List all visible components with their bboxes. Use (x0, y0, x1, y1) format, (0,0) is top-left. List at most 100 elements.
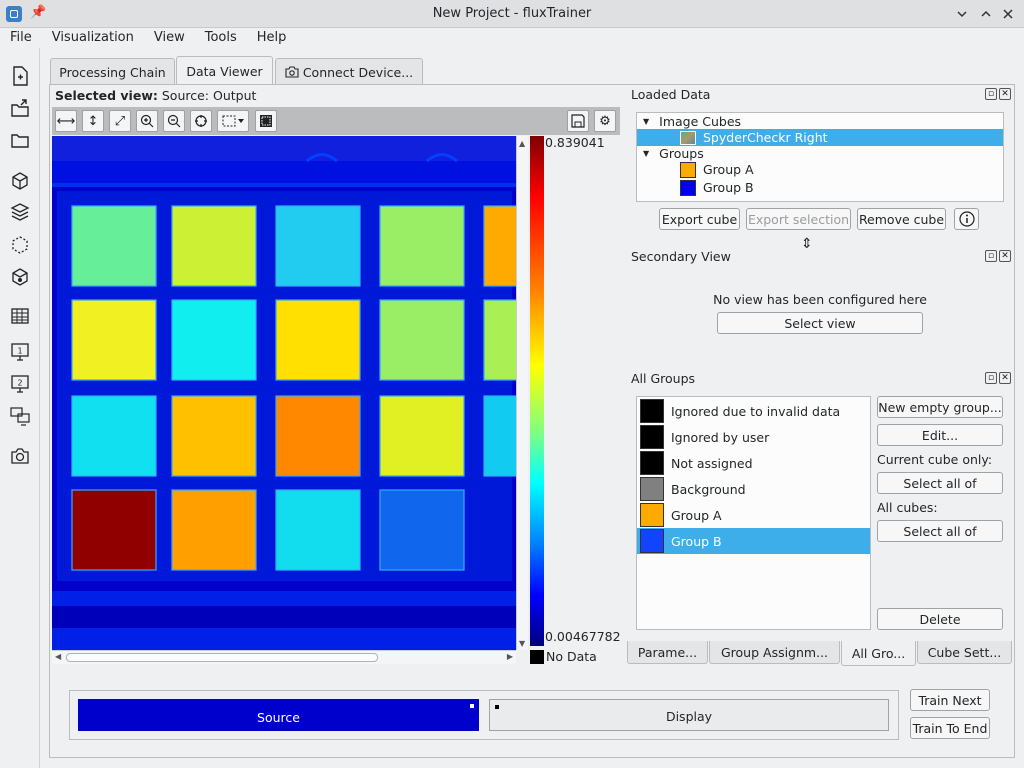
scroll-up-icon[interactable]: ▲ (519, 139, 525, 148)
save-icon[interactable] (567, 110, 589, 132)
resize-handle-icon[interactable]: ⇕ (801, 236, 813, 252)
minimize-icon[interactable] (952, 4, 972, 24)
menu-visualization[interactable]: Visualization (42, 28, 144, 48)
cube-thumbnail-icon (680, 130, 696, 145)
tree-group-a[interactable]: Group A (637, 161, 1003, 178)
all-cubes-label: All cubes: (877, 500, 938, 515)
menu-help[interactable]: Help (247, 28, 297, 48)
fit-height-icon[interactable]: ↕ (82, 110, 104, 132)
camera-icon[interactable] (8, 444, 32, 468)
export-icon[interactable] (8, 96, 32, 120)
fit-all-icon[interactable]: ⤢ (109, 110, 131, 132)
close-icon[interactable]: ✕ (999, 88, 1011, 100)
list-item[interactable]: Ignored due to invalid data (637, 398, 870, 424)
select-all-current-cube-button[interactable]: Select all of (877, 472, 1003, 494)
list-item[interactable]: Group B (637, 528, 870, 554)
vertical-scrollbar[interactable]: ▲ ▼ (516, 136, 528, 650)
multi-monitor-icon[interactable] (8, 404, 32, 428)
monitor-2-icon[interactable]: 2 (8, 372, 32, 396)
zoom-in-icon[interactable] (136, 110, 158, 132)
tab-group-assignment[interactable]: Group Assignm... (709, 641, 840, 664)
tab-connect-device[interactable]: Connect Device... (275, 58, 423, 85)
color-patch (171, 395, 257, 477)
list-item[interactable]: Background (637, 476, 870, 502)
loaded-data-tree: ▼ Image Cubes SpyderCheckr Right ▼ Group… (636, 112, 1004, 202)
tree-group-b[interactable]: Group B (637, 179, 1003, 196)
tab-data-viewer[interactable]: Data Viewer (176, 56, 273, 85)
cube-dotted-icon[interactable] (8, 232, 32, 256)
window-title: New Project - fluxTrainer (432, 6, 592, 21)
monitor-1-icon[interactable]: 1 (8, 340, 32, 364)
tab-processing-chain[interactable]: Processing Chain (50, 58, 175, 85)
cube-process-icon[interactable] (8, 264, 32, 288)
export-cube-button[interactable]: Export cube (659, 208, 740, 230)
edit-group-button[interactable]: Edit... (877, 424, 1003, 446)
menu-bar: File Visualization View Tools Help (0, 28, 1024, 48)
scroll-right-icon[interactable]: ▶ (507, 652, 513, 661)
cube-add-icon[interactable] (8, 168, 32, 192)
selected-view: Selected view: Source: Output (55, 88, 257, 103)
list-item[interactable]: Group A (637, 502, 870, 528)
loaded-data-title: Loaded Data (631, 87, 711, 102)
source-bar[interactable]: Source (78, 699, 479, 731)
layers-icon[interactable] (8, 200, 32, 224)
tree-groups[interactable]: ▼ Groups (637, 145, 1003, 162)
tab-parameters[interactable]: Parame... (627, 641, 708, 664)
list-item[interactable]: Not assigned (637, 450, 870, 476)
scroll-down-icon[interactable]: ▼ (519, 639, 525, 648)
new-empty-group-button[interactable]: New empty group... (877, 396, 1003, 418)
group-color-swatch (640, 529, 664, 553)
menu-tools[interactable]: Tools (195, 28, 247, 48)
float-icon[interactable]: ▫ (985, 372, 997, 384)
tree-image-cubes[interactable]: ▼ Image Cubes (637, 113, 1003, 130)
info-icon[interactable] (954, 208, 979, 230)
svg-text:1: 1 (17, 347, 22, 356)
gear-icon[interactable]: ⚙ (594, 110, 616, 132)
expand-icon[interactable]: ▼ (643, 117, 649, 126)
selection-dropdown[interactable] (217, 110, 249, 132)
list-item[interactable]: Ignored by user (637, 424, 870, 450)
table-icon[interactable] (8, 304, 32, 328)
select-all-icon[interactable] (255, 110, 277, 132)
tab-cube-settings[interactable]: Cube Sett... (917, 641, 1012, 664)
color-patch (171, 299, 257, 381)
group-color-swatch (640, 451, 664, 475)
group-color-swatch (640, 477, 664, 501)
float-icon[interactable]: ▫ (985, 250, 997, 262)
image-view[interactable] (52, 136, 516, 650)
train-next-button[interactable]: Train Next (910, 689, 990, 711)
close-icon[interactable] (998, 4, 1018, 24)
source-marker-icon (470, 704, 474, 708)
expand-icon[interactable]: ▼ (643, 149, 649, 158)
menu-file[interactable]: File (0, 28, 42, 48)
horizontal-scrollbar[interactable]: ◀ ▶ (52, 650, 516, 664)
color-patch (275, 395, 361, 477)
float-icon[interactable]: ▫ (985, 88, 997, 100)
colorbar-min: 0.00467782 (545, 629, 621, 644)
scroll-left-icon[interactable]: ◀ (55, 652, 61, 661)
group-color-swatch (640, 399, 664, 423)
close-icon[interactable]: ✕ (999, 372, 1011, 384)
train-to-end-button[interactable]: Train To End (910, 717, 990, 739)
remove-cube-button[interactable]: Remove cube (857, 208, 946, 230)
delete-group-button[interactable]: Delete (877, 608, 1003, 630)
select-all-cubes-button[interactable]: Select all of (877, 520, 1003, 542)
tab-all-groups[interactable]: All Gro... (841, 641, 916, 666)
nodata-label: No Data (546, 649, 597, 664)
crosshair-icon[interactable] (190, 110, 212, 132)
open-folder-icon[interactable] (8, 128, 32, 152)
new-file-icon[interactable] (8, 64, 32, 88)
color-patch (275, 299, 361, 381)
export-selection-button[interactable]: Export selection (746, 208, 851, 230)
maximize-icon[interactable] (976, 4, 996, 24)
tree-cube-item[interactable]: SpyderCheckr Right (637, 129, 1003, 146)
scroll-thumb[interactable] (66, 653, 378, 662)
display-bar[interactable]: Display (489, 699, 889, 731)
color-patch (275, 489, 361, 571)
zoom-out-icon[interactable] (163, 110, 185, 132)
color-patch (379, 489, 465, 571)
close-icon[interactable]: ✕ (999, 250, 1011, 262)
select-view-button[interactable]: Select view (717, 312, 923, 334)
fit-width-icon[interactable]: ⟷ (55, 110, 77, 132)
menu-view[interactable]: View (144, 28, 195, 48)
